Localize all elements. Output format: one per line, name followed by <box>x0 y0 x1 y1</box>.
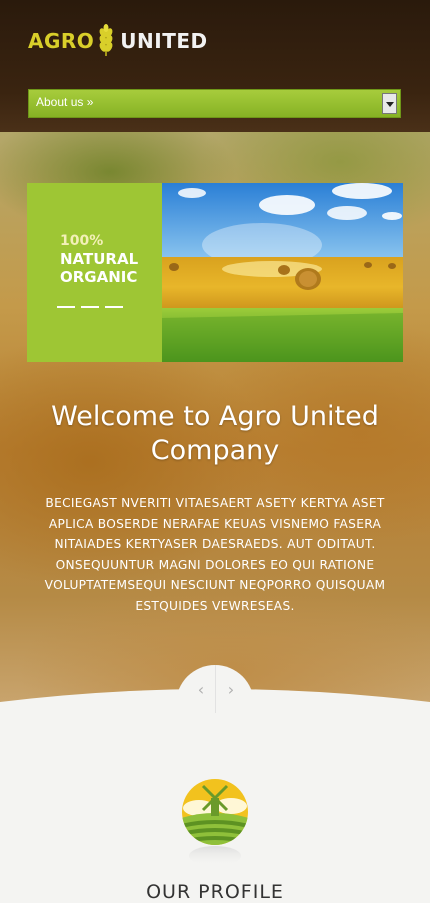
banner-text-panel: 100% NATURAL ORGANIC <box>27 183 162 362</box>
hero-body-line: ESTQUIDES VEWRESEAS. <box>135 598 295 613</box>
banner-line-organic: ORGANIC <box>60 268 138 286</box>
banner-line-percent: 100% <box>60 233 104 249</box>
hero-title: Welcome to Agro United Company <box>0 400 430 468</box>
hero-body-line: VOLUPTATEMSEQUI NESCIUNT NEQPORRO QUISQU… <box>44 578 386 593</box>
hero-body-line: NITAIADES KERTYASER DAESRAEDS. AUT ODITA… <box>54 537 376 552</box>
nav-select-menu[interactable]: About us » <box>28 89 401 118</box>
chevron-down-icon[interactable] <box>382 93 397 114</box>
slider-divider <box>215 665 216 713</box>
banner-dash-divider <box>57 306 123 308</box>
promo-banner: 100% NATURAL ORGANIC <box>27 183 403 362</box>
hero-body-line: APLICA BOSERDE NERAFAE KEUAS VISNEMO FAS… <box>48 516 382 531</box>
logo-word-agro: AGRO <box>28 29 95 53</box>
hero-title-line-1: Welcome to Agro United <box>51 401 379 432</box>
hero-body-line: ONSEQUUNTUR MAGNI DOLORES EO QUI RATIONE <box>55 557 375 572</box>
hero-body-line: BECIEGAST NVERITI VITAESAERT ASETY KERTY… <box>45 496 385 510</box>
banner-line-natural: NATURAL <box>60 250 139 268</box>
hero-body-text: BECIEGAST NVERITI VITAESAERT ASETY KERTY… <box>30 493 400 617</box>
chevron-right-icon[interactable]: › <box>220 679 242 701</box>
wheat-icon <box>99 24 113 56</box>
windmill-farm-icon <box>182 779 248 866</box>
field-photo <box>162 183 403 362</box>
hero-title-line-2: Company <box>150 435 280 466</box>
chevron-left-icon[interactable]: ‹ <box>190 679 212 701</box>
logo-word-united: UNITED <box>120 29 208 53</box>
site-header: AGRO UNITED About us » <box>0 0 430 132</box>
nav-select-label: About us » <box>36 95 94 109</box>
site-logo[interactable]: AGRO UNITED <box>28 24 208 56</box>
